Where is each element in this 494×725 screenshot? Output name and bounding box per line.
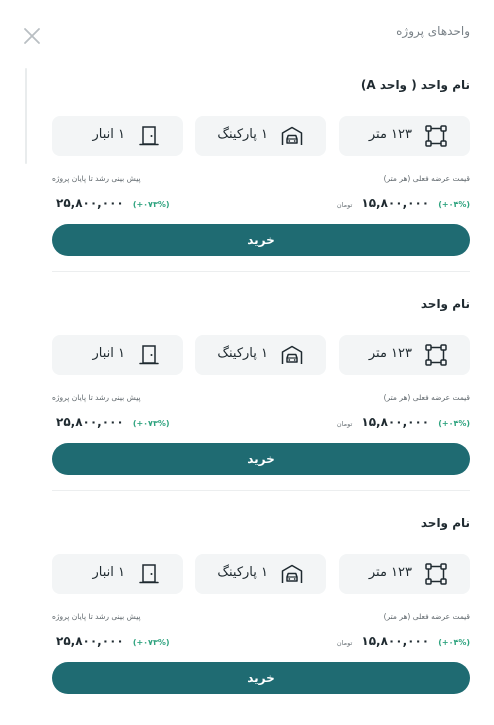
storage-feature: ۱ انبار bbox=[52, 335, 183, 375]
storage-feature: ۱ انبار bbox=[52, 116, 183, 156]
storage-value: ۱ انبار bbox=[92, 346, 125, 361]
storage-feature: ۱ انبار bbox=[52, 554, 183, 594]
unit-name: نام واحد bbox=[420, 297, 470, 311]
growth-label: پیش بینی رشد تا پایان پروژه bbox=[52, 612, 141, 621]
scrollbar[interactable] bbox=[25, 68, 27, 164]
growth-label: پیش بینی رشد تا پایان پروژه bbox=[52, 393, 141, 402]
growth-value: ۲۵,۸۰۰,۰۰۰ bbox=[56, 196, 124, 210]
close-icon[interactable] bbox=[20, 24, 44, 48]
growth-row: (۰۷۳%+) ۲۵,۸۰۰,۰۰۰ bbox=[52, 192, 170, 211]
area-feature: ۱۲۳ متر bbox=[339, 554, 470, 594]
price-value: ۱۵,۸۰۰,۰۰۰ bbox=[361, 196, 430, 210]
close-button[interactable] bbox=[20, 24, 44, 48]
parking-value: ۱ پارکینگ bbox=[217, 127, 268, 142]
price-label: قیمت عرضه فعلی (هر متر) bbox=[383, 174, 470, 183]
area-value: ۱۲۳ متر bbox=[368, 565, 412, 580]
price-row: (۰۴%+) ۱۵,۸۰۰,۰۰۰ تومان bbox=[337, 630, 470, 649]
growth-row: (۰۷۳%+) ۲۵,۸۰۰,۰۰۰ bbox=[52, 630, 170, 649]
garage-car-icon bbox=[281, 564, 303, 583]
divider bbox=[52, 271, 470, 272]
storage-door-icon bbox=[139, 126, 159, 146]
price-label: قیمت عرضه فعلی (هر متر) bbox=[383, 393, 470, 402]
divider bbox=[52, 490, 470, 491]
parking-feature: ۱ پارکینگ bbox=[195, 554, 326, 594]
price-row: (۰۴%+) ۱۵,۸۰۰,۰۰۰ تومان bbox=[337, 192, 470, 211]
area-feature: ۱۲۳ متر bbox=[339, 116, 470, 156]
storage-door-icon bbox=[139, 345, 159, 365]
parking-feature: ۱ پارکینگ bbox=[195, 116, 326, 156]
buy-button[interactable]: خرید bbox=[52, 224, 470, 256]
parking-feature: ۱ پارکینگ bbox=[195, 335, 326, 375]
growth-row: (۰۷۳%+) ۲۵,۸۰۰,۰۰۰ bbox=[52, 411, 170, 430]
area-value: ۱۲۳ متر bbox=[368, 127, 412, 142]
growth-change: (۰۷۳%+) bbox=[132, 638, 170, 647]
currency-label: تومان bbox=[336, 201, 353, 209]
storage-door-icon bbox=[139, 564, 159, 584]
area-value: ۱۲۳ متر bbox=[368, 346, 412, 361]
storage-value: ۱ انبار bbox=[92, 127, 125, 142]
parking-value: ۱ پارکینگ bbox=[217, 565, 268, 580]
price-change: (۰۴%+) bbox=[438, 638, 470, 647]
currency-label: تومان bbox=[336, 420, 353, 428]
price-value: ۱۵,۸۰۰,۰۰۰ bbox=[361, 415, 430, 429]
area-feature: ۱۲۳ متر bbox=[339, 335, 470, 375]
garage-car-icon bbox=[281, 345, 303, 364]
unit-card: نام واحد ۱۲۳ متر ۱ پارکینگ ۱ انبار قیمت … bbox=[52, 506, 470, 725]
storage-value: ۱ انبار bbox=[92, 565, 125, 580]
growth-change: (۰۷۳%+) bbox=[132, 419, 170, 428]
currency-label: تومان bbox=[336, 639, 353, 647]
area-square-icon bbox=[425, 344, 447, 366]
buy-button[interactable]: خرید bbox=[52, 443, 470, 475]
unit-name: نام واحد ( واحد A) bbox=[360, 78, 470, 92]
unit-card: نام واحد ۱۲۳ متر ۱ پارکینگ ۱ انبار قیمت … bbox=[52, 287, 470, 506]
growth-value: ۲۵,۸۰۰,۰۰۰ bbox=[56, 634, 124, 648]
garage-car-icon bbox=[281, 126, 303, 145]
price-row: (۰۴%+) ۱۵,۸۰۰,۰۰۰ تومان bbox=[337, 411, 470, 430]
price-change: (۰۴%+) bbox=[438, 200, 470, 209]
price-value: ۱۵,۸۰۰,۰۰۰ bbox=[361, 634, 430, 648]
area-square-icon bbox=[425, 125, 447, 147]
unit-list: نام واحد ( واحد A) ۱۲۳ متر ۱ پارکینگ ۱ ا… bbox=[52, 68, 470, 725]
growth-change: (۰۷۳%+) bbox=[132, 200, 170, 209]
growth-label: پیش بینی رشد تا پایان پروژه bbox=[52, 174, 141, 183]
parking-value: ۱ پارکینگ bbox=[217, 346, 268, 361]
price-change: (۰۴%+) bbox=[438, 419, 470, 428]
buy-button[interactable]: خرید bbox=[52, 662, 470, 694]
price-label: قیمت عرضه فعلی (هر متر) bbox=[383, 612, 470, 621]
unit-name: نام واحد bbox=[420, 516, 470, 530]
page-title: واحدهای پروژه bbox=[396, 24, 470, 38]
modal-header: واحدهای پروژه bbox=[0, 0, 494, 68]
area-square-icon bbox=[425, 563, 447, 585]
unit-card: نام واحد ( واحد A) ۱۲۳ متر ۱ پارکینگ ۱ ا… bbox=[52, 68, 470, 287]
growth-value: ۲۵,۸۰۰,۰۰۰ bbox=[56, 415, 124, 429]
